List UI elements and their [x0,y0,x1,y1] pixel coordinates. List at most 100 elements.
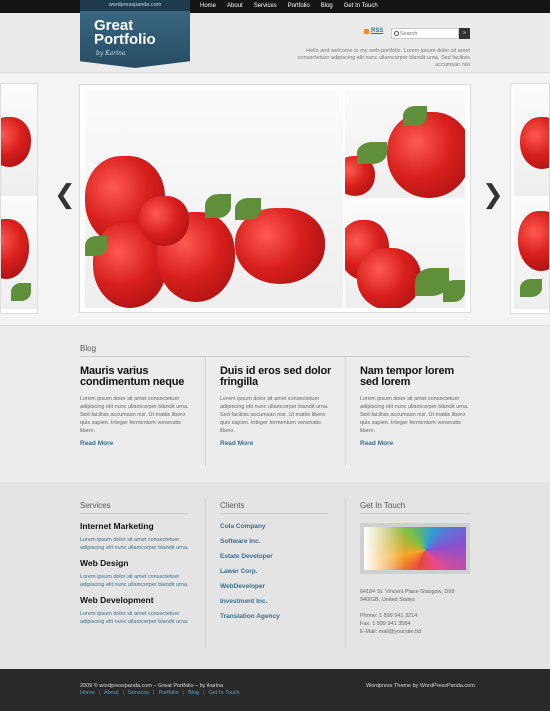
strawberry-image [1,117,31,167]
footer-link-get-in-touch[interactable]: Get In Touch [209,690,240,696]
slide-image [514,199,549,309]
footer-link-blog[interactable]: Blog [188,690,199,696]
rss-link[interactable]: RSS [364,28,383,34]
leaf-image [403,106,427,126]
service-description: Lorem ipsum dolor sit amet consectetuer … [80,537,189,551]
strawberry-image [357,248,421,308]
logo-site-name: wordpresspanda.com [80,0,190,11]
footer-separator: | [153,690,155,696]
blog-divider [80,356,470,357]
nav-home[interactable]: Home [200,0,216,13]
post-title[interactable]: Mauris varius condimentum neque [80,366,198,388]
rss-label: RSS [371,28,384,34]
leaf-image [443,280,465,302]
strawberry-image [520,117,549,169]
blog-title: Blog [80,344,97,353]
slider-next-arrow-icon[interactable]: ❯ [482,180,504,210]
leaf-image [520,279,542,297]
leaf-image [205,194,231,218]
client-link[interactable]: Cola Company [220,523,266,530]
column-divider [345,357,346,466]
leaf-image [85,236,107,256]
contact-email[interactable]: E-Mail: mail@yoursite.tld [360,628,421,636]
nav-services[interactable]: Services [254,0,277,13]
search-icon [394,31,399,36]
nav-about[interactable]: About [227,0,243,13]
address-line: 940IGB, United States [360,597,415,603]
column-divider [205,498,206,648]
read-more-link[interactable]: Read More [360,440,393,447]
footer-separator: | [203,690,205,696]
slider-prev-arrow-icon[interactable]: ❮ [54,180,76,210]
strawberry-image [518,211,549,271]
client-link[interactable]: Lawer Corp. [220,568,258,575]
column-divider [205,357,206,466]
service-name: Web Design [80,558,129,568]
leaf-image [235,198,261,220]
slide-image-small[interactable] [345,90,465,198]
search-button[interactable]: » [459,28,470,39]
contact-fax: Fax: 1 899 941 3584 [360,621,411,627]
logo-title-line2: Portfolio [94,31,156,48]
client-link[interactable]: Software Inc. [220,538,260,545]
client-link[interactable]: Translation Agency [220,613,280,620]
service-name: Internet Marketing [80,521,154,531]
search-input[interactable] [400,30,456,37]
services-title: Services [80,501,111,510]
strawberry-image [387,112,465,198]
footer-link-about[interactable]: About [104,690,118,696]
post-excerpt: Lorem ipsum dolor sit amet consectetuer … [360,396,469,434]
nav-blog[interactable]: Blog [321,0,333,13]
client-link[interactable]: Estate Developer [220,553,273,560]
footer-link-portfolio[interactable]: Portfolio [158,690,178,696]
clients-title: Clients [220,501,245,510]
read-more-link[interactable]: Read More [220,440,253,447]
colored-pencils-image [364,527,466,570]
main-nav: Home About Services Portfolio Blog Get I… [200,0,378,13]
slide-image-small[interactable] [345,200,465,308]
service-name: Web Development [80,595,154,605]
column-divider [345,498,346,648]
slide-image [1,87,37,196]
footer-separator: | [98,690,101,696]
slide-image [514,87,549,196]
post-excerpt: Lorem ipsum dolor sit amet consectetuer … [220,396,329,434]
client-link[interactable]: Investment Inc. [220,598,267,605]
post-title[interactable]: Duis id eros sed dolor fringilla [220,366,338,388]
footer-theme-credit[interactable]: Wordpress Theme by WordPressPanda.com [366,683,475,689]
footer-link-home[interactable]: Home [80,690,95,696]
slide-image [1,199,37,309]
client-link[interactable]: WebDeveloper [220,583,265,590]
slider-prev-slide[interactable] [0,83,38,314]
logo-signature: by Karina [96,50,126,57]
rss-icon [364,28,369,34]
clients-divider [220,513,328,514]
leaf-image [357,142,387,164]
slide-image-large[interactable] [85,90,343,308]
service-description: Lorem ipsum dolor sit amet consectetuer … [80,611,189,625]
slider-main-frame [79,84,471,313]
slider-next-slide[interactable] [510,83,550,314]
welcome-text: Hello and welcome to my web-portfolio. L… [297,48,470,68]
post-excerpt: Lorem ipsum dolor sit amet consectetuer … [80,396,189,434]
service-description: Lorem ipsum dolor sit amet consectetuer … [80,574,189,588]
search-box [391,28,459,39]
strawberry-image [1,219,29,279]
footer-separator: | [122,690,124,696]
footer-link-services[interactable]: Services [128,690,149,696]
strawberry-image [139,196,189,246]
nav-portfolio[interactable]: Portfolio [288,0,310,13]
contact-title: Get In Touch [360,501,406,510]
footer-copyright: 2009 © wordpresspanda.com – Great Portfo… [80,683,224,689]
footer-separator: | [182,690,185,696]
footer-nav: Home | About | Services | Portfolio | Blog | … [80,690,240,696]
read-more-link[interactable]: Read More [80,440,113,447]
nav-get-in-touch[interactable]: Get In Touch [344,0,378,13]
services-divider [80,513,188,514]
post-title[interactable]: Nam tempor lorem sed lorem [360,366,472,388]
portfolio-slider [0,73,550,326]
contact-phone: Phone: 1 899 941 3214 [360,613,418,619]
contact-divider [360,513,470,514]
leaf-image [11,283,31,301]
logo[interactable]: wordpresspanda.com Great Portfolio by Ka… [80,0,190,68]
